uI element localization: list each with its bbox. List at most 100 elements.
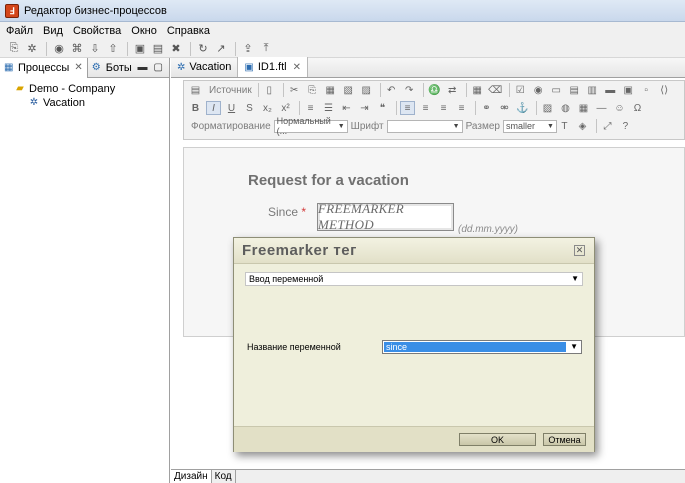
export-icon[interactable]: ⇧ [105,42,121,56]
source-icon[interactable]: ▤ [188,83,203,97]
ok-button[interactable]: OK [459,433,536,446]
refresh-icon[interactable]: ↻ [195,42,211,56]
select-field-icon[interactable]: ▥ [585,83,600,97]
smiley-icon[interactable]: ☺ [612,101,627,115]
deploy-icon[interactable]: ⇪ [240,42,256,56]
tab-processes[interactable]: ▦ Процессы ✕ [0,57,88,78]
new-file-icon[interactable]: ⎘ [6,42,22,56]
tab-label: Процессы [18,61,70,74]
tag-type-select[interactable]: Ввод переменной ▼ [245,272,583,286]
tab-bots[interactable]: ⚙ Боты [88,58,136,78]
link-icon[interactable]: ⚭ [479,101,494,115]
document-icon[interactable]: ▯ [262,83,277,97]
image-button-icon[interactable]: ▣ [621,83,636,97]
replace-icon[interactable]: ⇄ [445,83,460,97]
menu-help[interactable]: Справка [167,25,210,37]
radio-icon[interactable]: ◉ [531,83,546,97]
process-icon: ✲ [177,61,186,73]
format-select[interactable]: Нормальный (... ▼ [273,116,348,136]
new-process-icon[interactable]: ✲ [24,42,40,56]
blockquote-icon[interactable]: ❝ [375,101,390,115]
chevron-down-icon: ▼ [570,342,578,351]
outdent-icon[interactable]: ⇤ [339,101,354,115]
align-left-icon[interactable]: ≡ [400,101,415,115]
underline-icon[interactable]: U [224,101,239,115]
maximize-icon[interactable]: ▢ [154,62,163,73]
globe-icon[interactable]: ◉ [51,42,67,56]
button-field-icon[interactable]: ▬ [603,83,618,97]
superscript-icon[interactable]: x² [278,101,293,115]
process-tree: ▰ Demo - Company ✲ Vacation [0,78,169,110]
textarea-icon[interactable]: ▤ [567,83,582,97]
size-select[interactable]: smaller ▼ [502,119,557,133]
paste-text-icon[interactable]: ▧ [341,83,356,97]
align-justify-icon[interactable]: ≡ [454,101,469,115]
maximize-editor-icon[interactable]: ⤢ [600,119,615,133]
special-char-icon[interactable]: Ω [630,101,645,115]
numbered-list-icon[interactable]: ≡ [303,101,318,115]
align-center-icon[interactable]: ≡ [418,101,433,115]
redo-icon[interactable]: ↷ [402,83,417,97]
image-icon[interactable]: ▨ [540,101,555,115]
variable-name-select[interactable]: since ▼ [382,340,582,354]
font-label: Шрифт [350,120,384,132]
paste-word-icon[interactable]: ▨ [359,83,374,97]
tab-label: Боты [105,61,132,74]
save-icon[interactable]: ▣ [132,42,148,56]
undo-icon[interactable]: ↶ [384,83,399,97]
strikethrough-icon[interactable]: S [242,101,257,115]
minimize-icon[interactable]: ▬ [138,62,148,73]
paste-icon[interactable]: ▦ [323,83,338,97]
anchor-icon[interactable]: ⚓ [515,101,530,115]
flash-icon[interactable]: ◍ [558,101,573,115]
rte-separator [422,83,424,97]
textfield-icon[interactable]: ▭ [549,83,564,97]
freemarker-tag-dialog: Freemarker тег ✕ Ввод переменной ▼ Назва… [233,237,595,452]
tab-design[interactable]: Дизайн [171,470,212,483]
tab-code[interactable]: Код [212,470,236,483]
text-color-icon[interactable]: T [557,119,572,133]
import-icon[interactable]: ⇩ [87,42,103,56]
tab-vacation[interactable]: ✲ Vacation [171,57,239,77]
tree-item-vacation[interactable]: ✲ Vacation [14,96,169,110]
cancel-button[interactable]: Отмена [543,433,586,446]
menu-view[interactable]: Вид [43,25,63,37]
bulleted-list-icon[interactable]: ☰ [321,101,336,115]
upload-icon[interactable]: ⤒ [258,42,274,56]
align-right-icon[interactable]: ≡ [436,101,451,115]
horizontal-rule-icon[interactable]: — [594,101,609,115]
copy-icon[interactable]: ⎘ [305,83,320,97]
checkbox-icon[interactable]: ☑ [513,83,528,97]
menu-window[interactable]: Окно [131,25,157,37]
italic-icon[interactable]: I [206,101,221,115]
hidden-field-icon[interactable]: ▫ [639,83,654,97]
freemarker-icon[interactable]: ⟨⟩ [657,83,672,97]
share-icon[interactable]: ↗ [213,42,229,56]
close-icon[interactable]: ✕ [74,62,82,73]
remove-format-icon[interactable]: ⌫ [488,83,503,97]
font-select[interactable]: ▼ [386,119,463,133]
rte-separator [536,101,537,115]
cut-icon[interactable]: ✂ [287,83,302,97]
source-button[interactable]: Источник [209,85,252,96]
menu-properties[interactable]: Свойства [73,25,121,37]
bg-color-icon[interactable]: ◈ [575,119,590,133]
table-icon[interactable]: ▦ [576,101,591,115]
menu-file[interactable]: Файл [6,25,33,37]
show-blocks-icon[interactable]: ? [618,119,633,133]
close-icon[interactable]: ✕ [574,245,585,256]
close-icon[interactable]: ✕ [293,62,301,73]
delete-icon[interactable]: ✖ [168,42,184,56]
connect-icon[interactable]: ⌘ [69,42,85,56]
find-icon[interactable]: ♎ [427,83,442,97]
unlink-icon[interactable]: ⚮ [497,101,512,115]
freemarker-method-placeholder[interactable]: FREEMARKER METHOD [317,201,454,232]
select-all-icon[interactable]: ▦ [470,83,485,97]
indent-icon[interactable]: ⇥ [357,101,372,115]
subscript-icon[interactable]: x₂ [260,101,275,115]
save-all-icon[interactable]: ▤ [150,42,166,56]
tree-item-demo-company[interactable]: ▰ Demo - Company [14,82,169,96]
title-bar: Ⅎ Редактор бизнес-процессов [0,0,685,22]
tab-id1-ftl[interactable]: ▣ ID1.ftl ✕ [238,57,308,77]
bold-icon[interactable]: B [188,101,203,115]
